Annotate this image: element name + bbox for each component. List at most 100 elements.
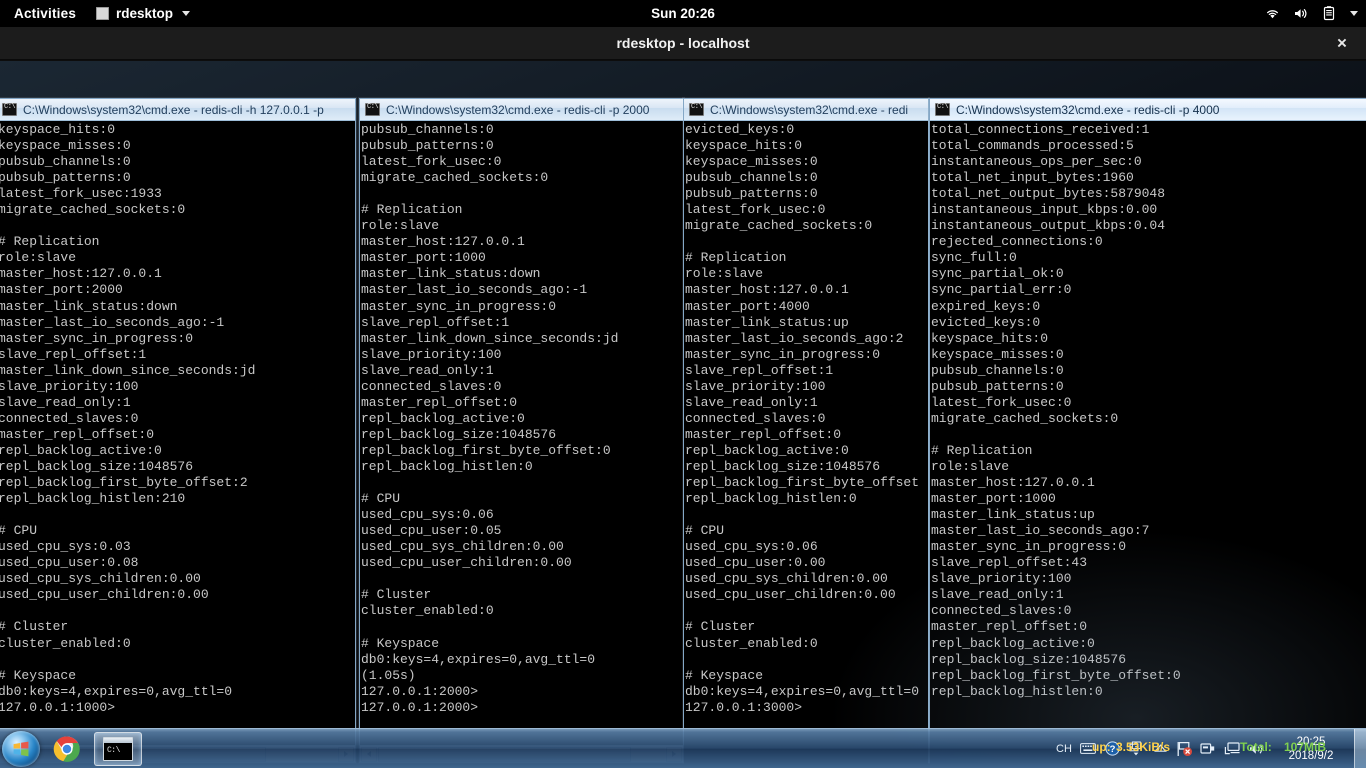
cmd-window-1[interactable]: C:\Windows\system32\cmd.exe - redis-cli … xyxy=(0,98,356,763)
keyboard-icon[interactable] xyxy=(1079,739,1097,759)
cmd-window-1-output[interactable]: keyspace_hits:0 keyspace_misses:0 pubsub_c… xyxy=(0,121,355,746)
terminal-line: connected_slaves:0 xyxy=(361,378,502,394)
terminal-line: migrate_cached_sockets:0 xyxy=(931,410,1119,426)
terminal-line: master_link_status:down xyxy=(0,298,178,314)
terminal-line: latest_fork_usec:0 xyxy=(931,394,1072,410)
terminal-line: 127.0.0.1:1000> xyxy=(0,699,116,715)
terminal-line: connected_slaves:0 xyxy=(931,603,1072,619)
flag-alert-icon[interactable] xyxy=(1175,739,1193,759)
close-icon[interactable]: × xyxy=(1332,35,1352,52)
terminal-line: keyspace_misses:0 xyxy=(0,138,131,154)
start-button[interactable] xyxy=(2,730,40,767)
windows-taskbar[interactable]: C:\ CH ? 20:25 2018/9/2 xyxy=(0,728,1366,768)
terminal-line: slave_repl_offset:1 xyxy=(361,314,510,330)
help-icon[interactable]: ? xyxy=(1103,739,1121,759)
terminal-line: master_link_down_since_seconds:jd xyxy=(361,330,619,346)
terminal-line: used_cpu_sys_children:0.00 xyxy=(0,571,201,587)
terminal-line: keyspace_hits:0 xyxy=(0,122,116,137)
terminal-line: total_connections_received:1 xyxy=(931,122,1150,137)
gnome-status-tray[interactable] xyxy=(1264,5,1358,22)
svg-text:?: ? xyxy=(1109,744,1115,755)
cmd-icon xyxy=(935,103,950,116)
app-menu-rdesktop[interactable]: rdesktop xyxy=(88,0,198,27)
activities-button[interactable]: Activities xyxy=(0,0,88,27)
cmd-window-3-titlebar[interactable]: C:\Windows\system32\cmd.exe - redi xyxy=(684,99,928,121)
chrome-taskbar-button[interactable] xyxy=(46,732,88,766)
cmd-window-3[interactable]: C:\Windows\system32\cmd.exe - redi evict… xyxy=(683,98,929,764)
ime-indicator[interactable]: CH xyxy=(1055,739,1073,759)
gnome-clock[interactable]: Sun 20:26 xyxy=(0,6,1366,21)
terminal-line: evicted_keys:0 xyxy=(931,314,1041,330)
terminal-line: repl_backlog_active:0 xyxy=(685,442,849,458)
rdesktop-titlebar[interactable]: rdesktop - localhost × xyxy=(0,27,1366,60)
terminal-line: slave_priority:100 xyxy=(931,571,1072,587)
cmd-icon xyxy=(689,103,704,116)
cmd-window-1-titlebar[interactable]: C:\Windows\system32\cmd.exe - redis-cli … xyxy=(0,99,355,121)
usb-eject-icon[interactable] xyxy=(1199,739,1217,759)
taskbar-clock[interactable]: 20:25 2018/9/2 xyxy=(1274,735,1348,763)
terminal-line: used_cpu_user_children:0.00 xyxy=(361,555,572,571)
network-icon[interactable] xyxy=(1223,739,1241,759)
terminal-line: repl_backlog_size:1048576 xyxy=(685,458,881,474)
terminal-line: used_cpu_user_children:0.00 xyxy=(685,587,896,603)
taskbar-time: 20:25 xyxy=(1296,735,1326,748)
terminal-line: repl_backlog_first_byte_offset:2 xyxy=(0,475,248,491)
terminal-line: used_cpu_sys_children:0.00 xyxy=(685,571,888,587)
terminal-line: slave_read_only:1 xyxy=(361,362,494,378)
terminal-line: db0:keys=4,expires=0,avg_ttl=0 xyxy=(0,683,233,699)
terminal-line: (1.05s) xyxy=(361,667,416,683)
terminal-line: master_host:127.0.0.1 xyxy=(931,475,1095,491)
terminal-line: master_sync_in_progress:0 xyxy=(685,346,881,362)
cmd-window-2[interactable]: C:\Windows\system32\cmd.exe - redis-cli … xyxy=(359,98,684,763)
terminal-line: master_last_io_seconds_ago:2 xyxy=(685,330,904,346)
system-tray[interactable]: CH ? 20:25 2018/9/2 xyxy=(1052,728,1366,768)
terminal-line: master_repl_offset:0 xyxy=(361,394,518,410)
terminal-line: keyspace_hits:0 xyxy=(685,138,803,154)
terminal-line: master_link_status:up xyxy=(685,314,849,330)
terminal-line: repl_backlog_active:0 xyxy=(0,442,162,458)
cmd-window-3-output[interactable]: evicted_keys:0 keyspace_hits:0 keyspace_mi… xyxy=(684,121,928,764)
gnome-top-bar: Activities rdesktop Sun 20:26 xyxy=(0,0,1366,27)
cmd-taskbar-button[interactable]: C:\ xyxy=(94,731,142,766)
cmd-window-4-titlebar[interactable]: C:\Windows\system32\cmd.exe - redis-cli … xyxy=(930,99,1366,121)
wifi-icon xyxy=(1264,5,1281,22)
cmd-window-4-title: C:\Windows\system32\cmd.exe - redis-cli … xyxy=(956,102,1220,117)
rdesktop-app-icon xyxy=(96,7,110,20)
window-switch-icon[interactable] xyxy=(1127,739,1145,759)
terminal-line: master_sync_in_progress:0 xyxy=(361,298,557,314)
terminal-line: # Replication xyxy=(931,442,1033,458)
terminal-line: master_last_io_seconds_ago:7 xyxy=(931,523,1150,539)
terminal-line: slave_repl_offset:1 xyxy=(685,362,834,378)
terminal-line: master_sync_in_progress:0 xyxy=(0,330,194,346)
terminal-line: used_cpu_user:0.05 xyxy=(361,523,502,539)
terminal-line: total_commands_processed:5 xyxy=(931,138,1134,154)
cmd-icon xyxy=(365,103,380,116)
cmd-window-2-output[interactable]: pubsub_channels:0 pubsub_patterns:0 latest… xyxy=(360,121,683,746)
terminal-line: expired_keys:0 xyxy=(931,298,1041,314)
cmd-window-2-titlebar[interactable]: C:\Windows\system32\cmd.exe - redis-cli … xyxy=(360,99,683,121)
terminal-line: repl_backlog_first_byte_offset:0 xyxy=(931,667,1181,683)
tray-chevron-down-icon[interactable] xyxy=(1350,11,1358,16)
terminal-line: pubsub_patterns:0 xyxy=(361,138,494,154)
terminal-line: # Replication xyxy=(0,234,100,250)
show-hidden-icons-icon[interactable] xyxy=(1151,739,1169,759)
terminal-line: repl_backlog_histlen:0 xyxy=(685,491,857,507)
terminal-line: connected_slaves:0 xyxy=(0,410,139,426)
show-desktop-button[interactable] xyxy=(1354,728,1366,768)
terminal-line: slave_repl_offset:43 xyxy=(931,555,1088,571)
terminal-line: sync_partial_err:0 xyxy=(931,282,1072,298)
cmd-window-1-title: C:\Windows\system32\cmd.exe - redis-cli … xyxy=(23,102,324,117)
terminal-line: latest_fork_usec:1933 xyxy=(0,186,162,202)
cmd-window-4[interactable]: C:\Windows\system32\cmd.exe - redis-cli … xyxy=(929,98,1366,764)
chrome-icon xyxy=(53,735,80,762)
volume-icon[interactable] xyxy=(1247,739,1265,759)
app-menu-label: rdesktop xyxy=(116,6,174,21)
cmd-window-4-output[interactable]: total_connections_received:1 total_comman… xyxy=(930,121,1366,764)
terminal-line: # Cluster xyxy=(685,619,756,635)
terminal-line: slave_read_only:1 xyxy=(931,587,1064,603)
cmd-prompt-glyph: C:\ xyxy=(107,745,120,755)
terminal-line: # Keyspace xyxy=(361,635,440,651)
cmd-window-2-title: C:\Windows\system32\cmd.exe - redis-cli … xyxy=(386,102,650,117)
